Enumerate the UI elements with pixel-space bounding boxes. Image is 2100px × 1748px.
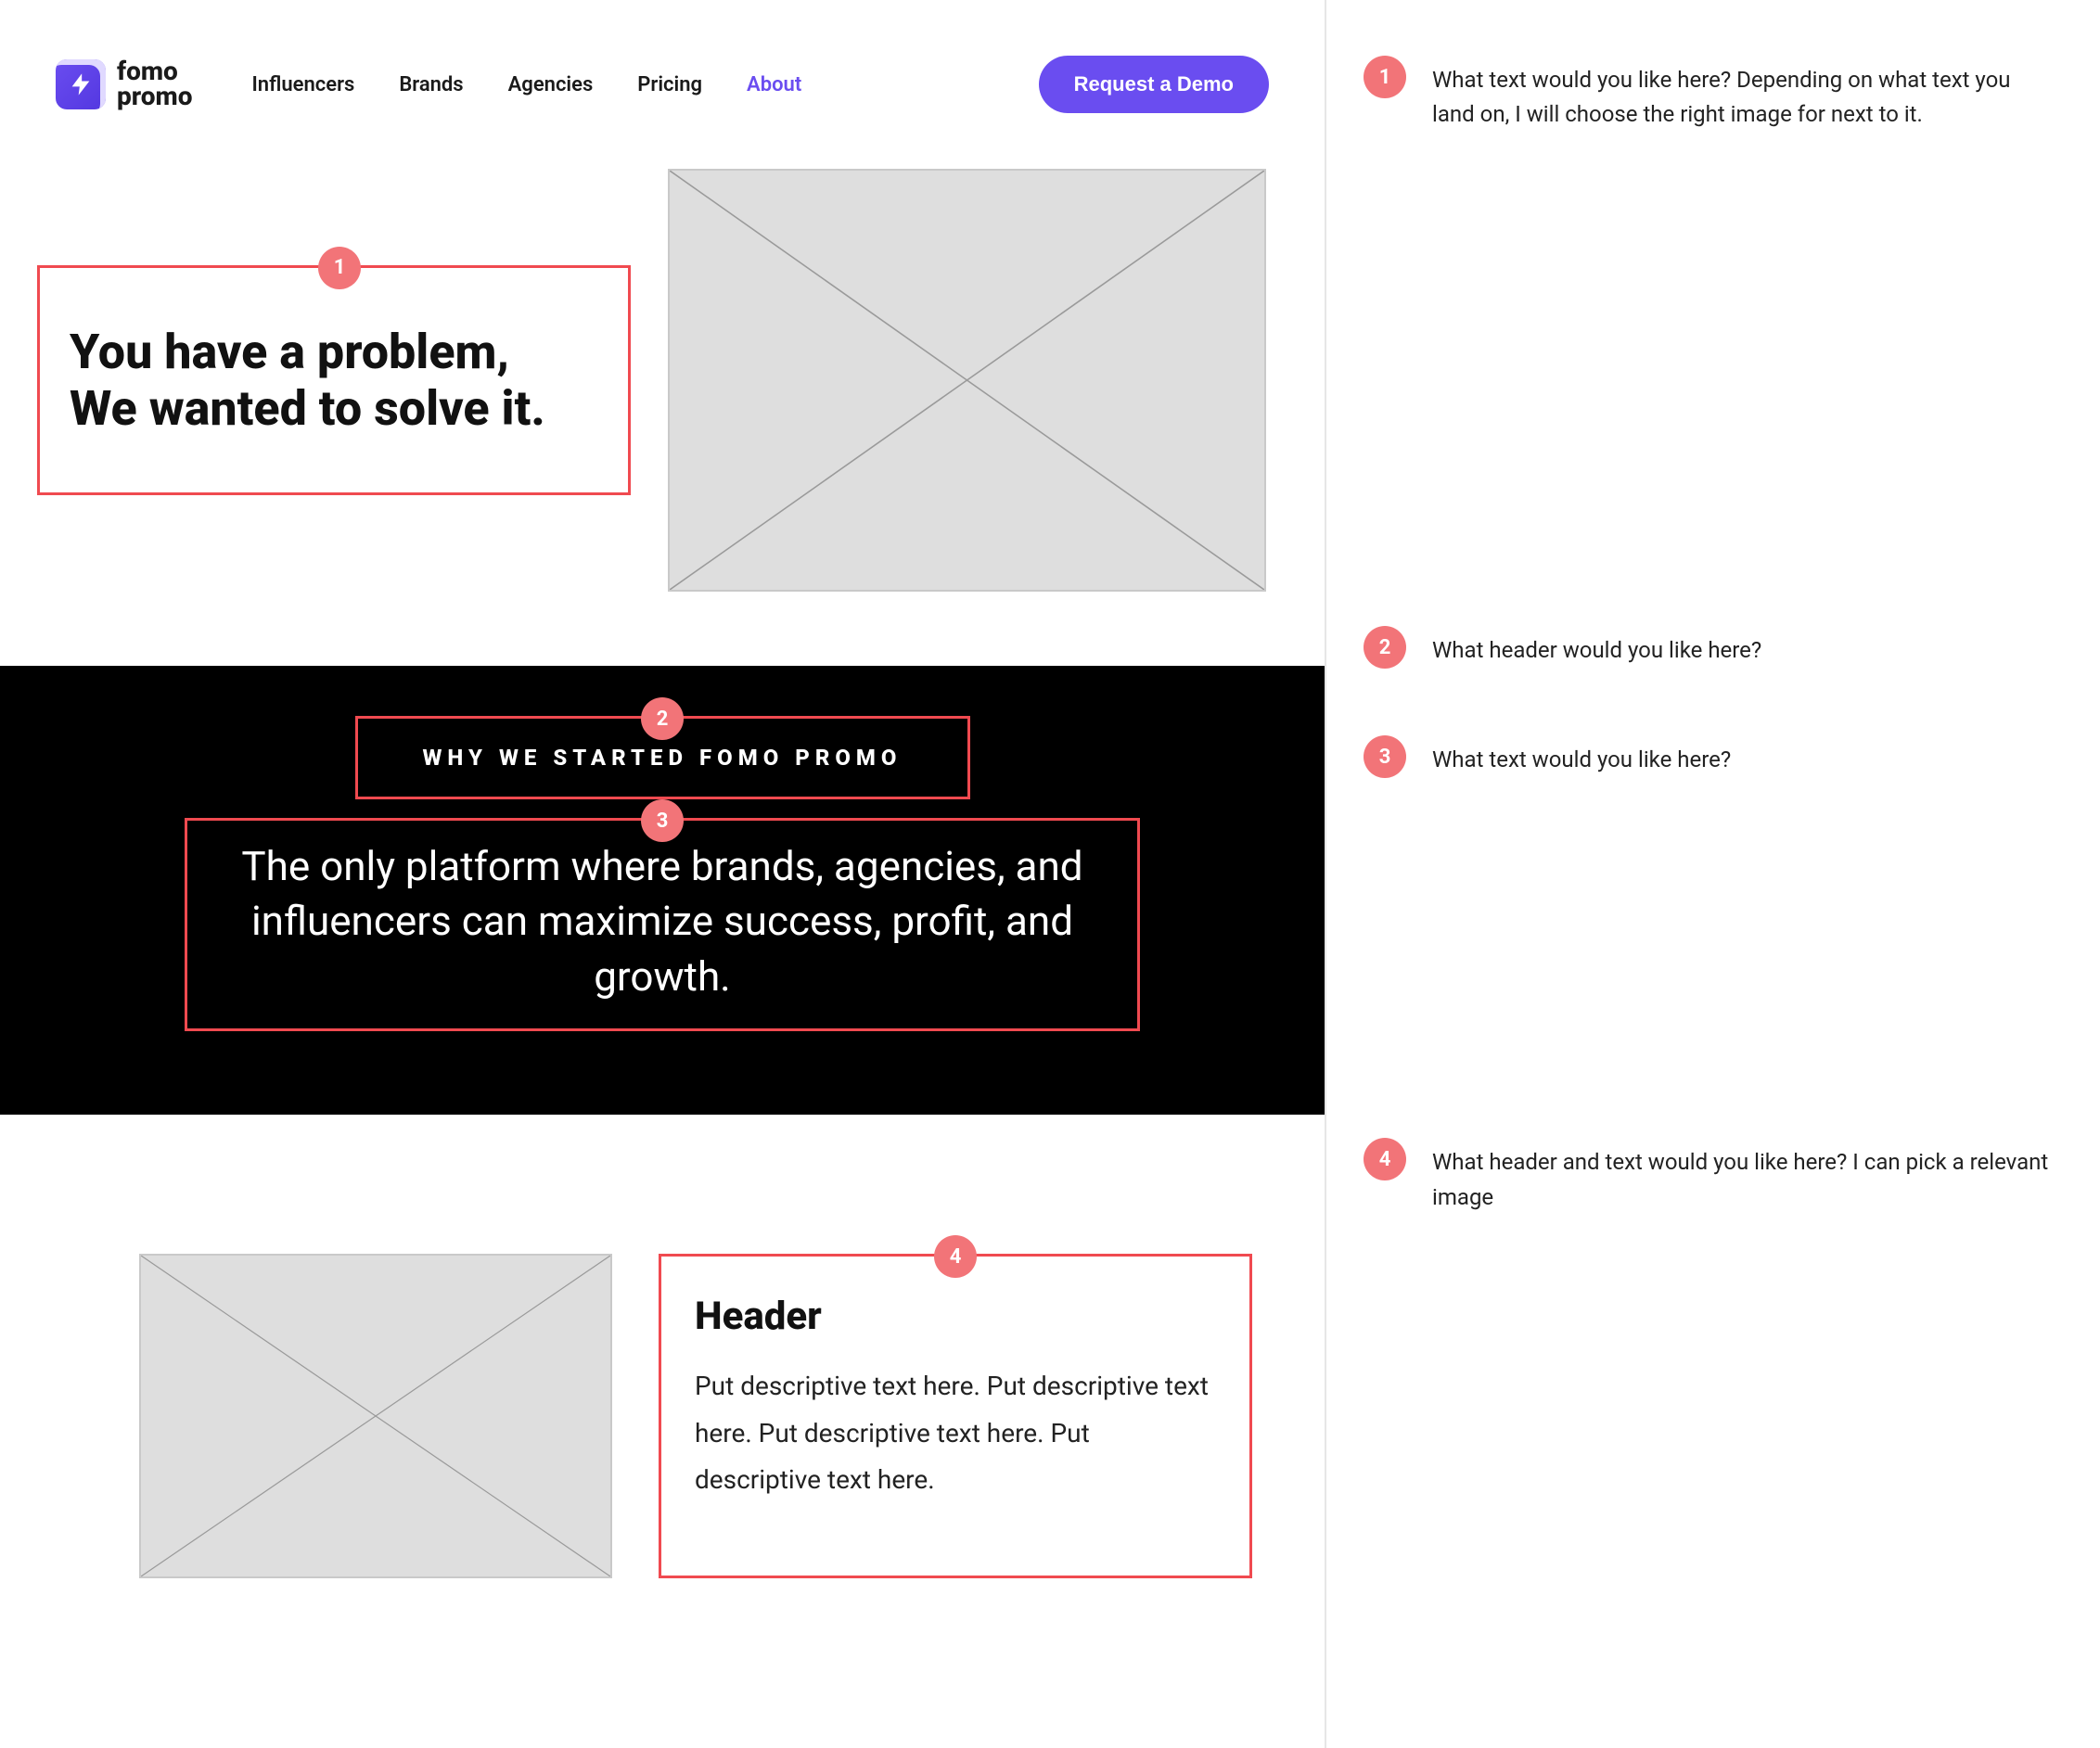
comment-1[interactable]: 1 What text would you like here? Dependi…: [1364, 56, 2054, 132]
hero-headline: You have a problem,We wanted to solve it…: [70, 324, 604, 438]
nav-link-brands[interactable]: Brands: [399, 73, 463, 96]
comment-text-2: What header would you like here?: [1432, 626, 1761, 669]
lightning-icon: [56, 59, 106, 109]
annotation-badge-3[interactable]: 3: [641, 799, 684, 842]
comment-text-3: What text would you like here?: [1432, 735, 1731, 778]
top-nav: fomo promo Influencers Brands Agencies P…: [0, 0, 1325, 113]
hero-image-placeholder: [668, 169, 1266, 592]
comments-panel: 1 What text would you like here? Dependi…: [1326, 0, 2100, 1748]
design-canvas: fomo promo Influencers Brands Agencies P…: [0, 0, 1326, 1748]
why-eyebrow-annotation-box[interactable]: 2 WHY WE STARTED FOMO PROMO: [355, 716, 970, 799]
comment-badge-2: 2: [1364, 626, 1406, 669]
why-headline-annotation-box[interactable]: 3 The only platform where brands, agenci…: [185, 818, 1140, 1031]
feature-image-placeholder: [139, 1254, 612, 1578]
annotation-badge-1[interactable]: 1: [318, 247, 361, 289]
comment-badge-4: 4: [1364, 1138, 1406, 1180]
brand-text-line2: promo: [117, 84, 192, 109]
nav-link-agencies[interactable]: Agencies: [508, 73, 594, 96]
comment-3[interactable]: 3 What text would you like here?: [1364, 735, 2054, 778]
hero-section: 1 You have a problem,We wanted to solve …: [0, 113, 1325, 666]
nav-link-influencers[interactable]: Influencers: [251, 73, 354, 96]
nav-links: Influencers Brands Agencies Pricing Abou…: [251, 73, 801, 96]
feature-section: 4 Header Put descriptive text here. Put …: [0, 1115, 1325, 1634]
hero-headline-annotation-box[interactable]: 1 You have a problem,We wanted to solve …: [37, 265, 631, 496]
brand-logo[interactable]: fomo promo: [56, 59, 192, 109]
why-eyebrow: WHY WE STARTED FOMO PROMO: [423, 745, 903, 771]
request-demo-button[interactable]: Request a Demo: [1039, 56, 1269, 113]
comment-badge-3: 3: [1364, 735, 1406, 778]
annotation-badge-4[interactable]: 4: [934, 1235, 977, 1278]
comment-badge-1: 1: [1364, 56, 1406, 98]
feature-header: Header: [695, 1294, 1216, 1339]
why-section: 2 WHY WE STARTED FOMO PROMO 3 The only p…: [0, 666, 1325, 1115]
annotation-badge-2[interactable]: 2: [641, 697, 684, 740]
feature-text-annotation-box[interactable]: 4 Header Put descriptive text here. Put …: [659, 1254, 1252, 1578]
comment-4[interactable]: 4 What header and text would you like he…: [1364, 1138, 2054, 1214]
brand-wordmark: fomo promo: [117, 59, 192, 108]
nav-link-pricing[interactable]: Pricing: [637, 73, 702, 96]
nav-link-about[interactable]: About: [747, 73, 801, 96]
comment-text-1: What text would you like here? Depending…: [1432, 56, 2054, 132]
feature-body: Put descriptive text here. Put descripti…: [695, 1363, 1216, 1503]
comment-2[interactable]: 2 What header would you like here?: [1364, 626, 2054, 669]
comment-text-4: What header and text would you like here…: [1432, 1138, 2054, 1214]
why-headline: The only platform where brands, agencies…: [224, 839, 1100, 1004]
